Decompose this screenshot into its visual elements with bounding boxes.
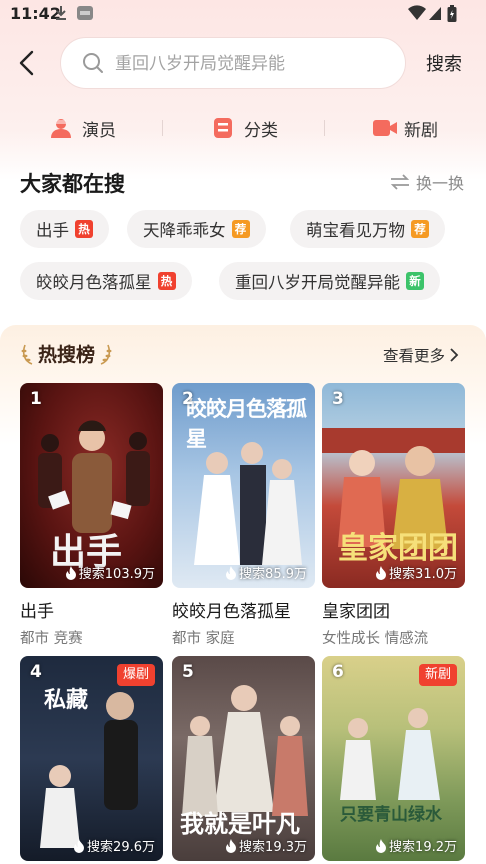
poster-title-art: 我就是叶凡 [180, 809, 300, 838]
divider [324, 120, 325, 136]
tab-actors-label: 演员 [82, 120, 116, 141]
tab-categories-label: 分类 [244, 120, 278, 141]
search-chip[interactable]: 皎皎月色落孤星 热 [20, 262, 192, 300]
search-chip[interactable]: 天降乖乖女 荐 [127, 210, 266, 248]
chip-label: 皎皎月色落孤星 [36, 273, 152, 292]
search-count: 搜索31.0万 [375, 563, 457, 582]
hot-badge: 热 [75, 220, 93, 238]
drama-poster[interactable]: 皎皎月色落孤星 2 搜索85.9万 [172, 383, 315, 588]
drama-poster[interactable]: 皇家团团 3 搜索31.0万 [322, 383, 465, 588]
rank-number: 1 [30, 389, 42, 409]
flame-icon [376, 838, 387, 853]
laurel-left-icon [21, 344, 33, 365]
search-count: 搜索29.6万 [73, 836, 155, 855]
tab-categories[interactable]: 分类 [212, 114, 278, 142]
view-more-label: 查看更多 [383, 347, 446, 365]
poster-title-art: 皎皎月色落孤星 [186, 396, 307, 451]
flame-icon [226, 565, 237, 580]
back-button[interactable] [12, 46, 44, 80]
search-count: 搜索19.3万 [225, 836, 307, 855]
status-bar: 11:42 [0, 0, 486, 28]
chip-label: 天降乖乖女 [143, 221, 226, 240]
category-tabs: 演员 分类 新剧 [0, 110, 486, 146]
download-icon [55, 5, 67, 25]
drama-poster[interactable]: 我就是叶凡 5 搜索19.3万 [172, 656, 315, 861]
search-row: 搜索 [0, 36, 486, 90]
category-icon [212, 117, 234, 139]
drama-title[interactable]: 出手 [20, 597, 54, 622]
flame-icon [74, 838, 85, 853]
drama-poster[interactable]: 私藏 4 爆剧 搜索29.6万 [20, 656, 163, 861]
hot-list-title: 热搜榜 [20, 340, 113, 367]
poster-art [40, 692, 138, 848]
flame-icon [376, 565, 387, 580]
drama-title[interactable]: 皎皎月色落孤星 [172, 597, 291, 622]
drama-title[interactable]: 皇家团团 [322, 597, 390, 622]
search-box[interactable] [60, 37, 406, 89]
search-count-text: 搜索85.9万 [239, 567, 307, 582]
rank-number: 6 [332, 662, 344, 682]
search-button[interactable]: 搜索 [426, 50, 462, 76]
refresh-label: 换一换 [416, 174, 465, 193]
view-more-link[interactable]: 查看更多 [383, 344, 460, 366]
poster-title-art: 私藏 [44, 687, 89, 713]
drama-genre: 都市 竞赛 [20, 631, 83, 647]
search-chip[interactable]: 重回八岁开局觉醒异能 新 [219, 262, 440, 300]
rank-number: 3 [332, 389, 344, 409]
hot-drama-badge: 爆剧 [116, 664, 155, 686]
status-time: 11:42 [10, 4, 61, 23]
refresh-button[interactable]: 换一换 [390, 170, 464, 194]
laurel-right-icon [100, 344, 112, 365]
new-badge: 新 [406, 272, 424, 290]
chip-label: 出手 [36, 221, 69, 240]
poster-title-art: 皇家团团 [338, 531, 458, 566]
search-count-text: 搜索31.0万 [389, 567, 457, 582]
search-count-text: 搜索19.2万 [389, 840, 457, 855]
back-arrow-icon [19, 50, 34, 76]
chip-label: 萌宝看见万物 [306, 221, 405, 240]
search-count-text: 搜索103.9万 [78, 567, 155, 582]
rank-number: 4 [30, 662, 42, 682]
tab-new-dramas-label: 新剧 [404, 120, 438, 141]
poster-art [340, 708, 440, 800]
signal-icon [428, 5, 442, 25]
divider [162, 120, 163, 136]
search-count-text: 搜索19.3万 [239, 840, 307, 855]
hot-badge: 热 [157, 272, 176, 290]
flame-icon [65, 565, 76, 580]
wifi-icon [408, 5, 426, 25]
search-icon [81, 51, 105, 79]
flame-icon [226, 838, 237, 853]
drama-poster[interactable]: 只要青山绿水 6 新剧 搜索19.2万 [322, 656, 465, 861]
tab-new-dramas[interactable]: 新剧 [372, 114, 438, 142]
drama-genre: 都市 家庭 [172, 631, 235, 647]
app-notification-icon [76, 5, 94, 25]
recommend-badge: 荐 [231, 220, 250, 238]
new-drama-badge: 新剧 [418, 664, 457, 686]
new-drama-icon [372, 117, 397, 139]
search-count: 搜索103.9万 [65, 563, 155, 582]
drama-poster[interactable]: 出手 1 搜索103.9万 [20, 383, 163, 588]
rank-number: 2 [182, 389, 194, 409]
hot-list-title-text: 热搜榜 [38, 344, 96, 366]
search-count: 搜索85.9万 [225, 563, 307, 582]
chip-label: 重回八岁开局觉醒异能 [235, 273, 400, 292]
chevron-right-icon [450, 348, 459, 362]
swap-icon [390, 174, 410, 190]
actor-icon [50, 117, 72, 139]
search-chip[interactable]: 出手 热 [20, 210, 109, 248]
drama-genre: 女性成长 情感流 [322, 631, 429, 647]
poster-title-art: 只要青山绿水 [340, 805, 442, 825]
tab-actors[interactable]: 演员 [50, 114, 116, 142]
search-chip[interactable]: 萌宝看见万物 荐 [290, 210, 445, 248]
rank-number: 5 [182, 662, 194, 682]
search-count-text: 搜索29.6万 [87, 840, 155, 855]
search-count: 搜索19.2万 [375, 836, 457, 855]
section-title-trending: 大家都在搜 [20, 172, 125, 196]
recommend-badge: 荐 [411, 220, 429, 238]
battery-icon [447, 5, 457, 27]
search-input[interactable] [115, 52, 395, 76]
